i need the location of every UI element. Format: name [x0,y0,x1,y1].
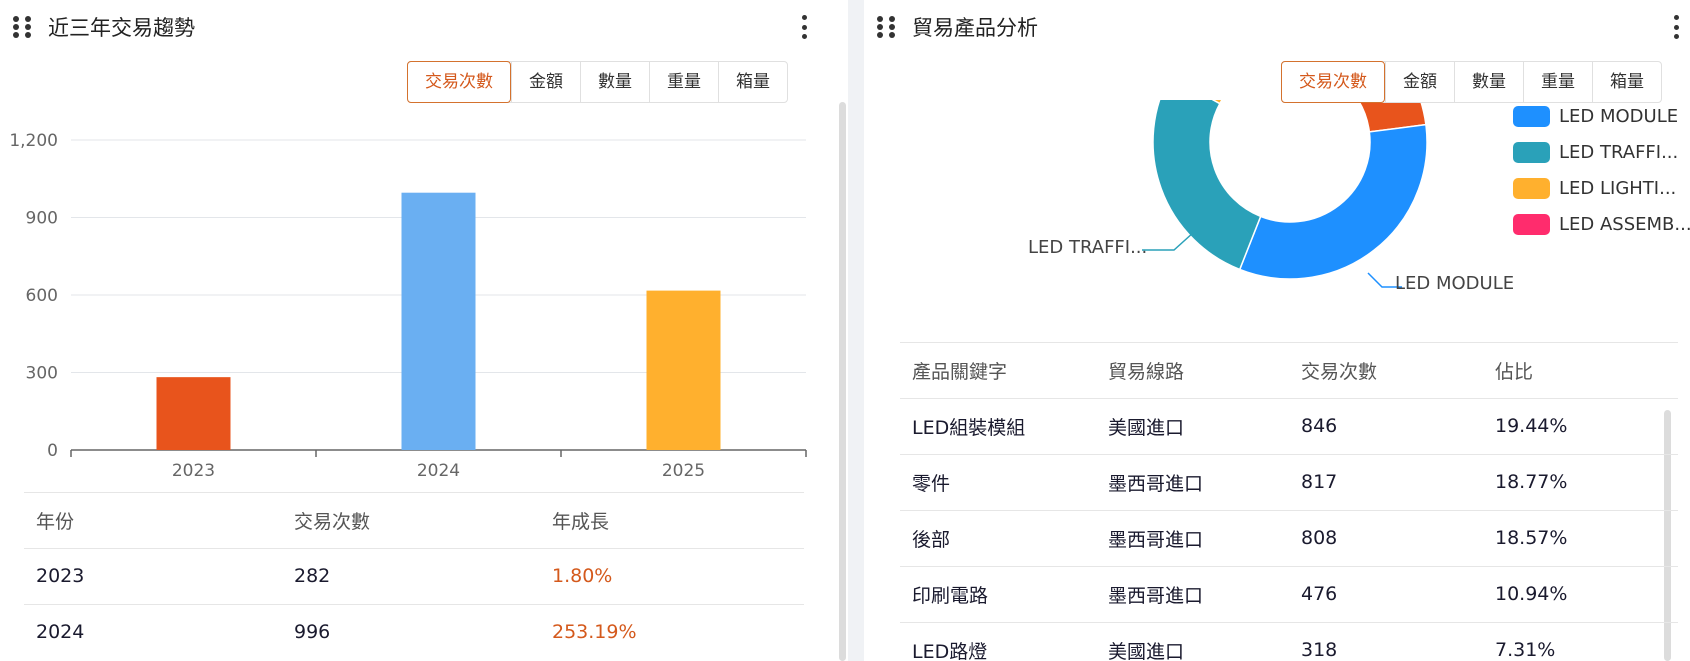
y-tick-label: 300 [26,364,58,384]
table-cell: 墨西哥進口 [1108,528,1204,551]
panel-title: 貿易產品分析 [912,16,1038,40]
table-cell: 後部 [912,528,951,551]
legend-item[interactable]: LED MODULE [1513,98,1690,134]
table-cell: 253.19% [552,621,637,644]
tab-4[interactable]: 箱量 [1592,62,1661,102]
y-tick-label: 600 [26,286,58,306]
x-tick-label: 2023 [172,461,215,481]
tab-3[interactable]: 重量 [649,62,718,102]
legend-swatch [1513,141,1550,163]
legend-item[interactable]: LED TRAFFI... [1513,134,1690,170]
table-row[interactable]: 2023 282 1.80% [24,548,804,604]
column-header: 貿易線路 [1108,360,1185,383]
table-cell: LED組裝模組 [912,416,1026,439]
table-cell: 10.94% [1495,583,1568,605]
legend-label: LED ASSEMB... [1559,213,1690,235]
table-header-row: 年份 交易次數 年成長 [24,493,804,548]
y-tick-label: 1,200 [9,131,58,151]
table-row[interactable]: LED組裝模組 美國進口 846 19.44% [900,398,1678,454]
table-cell: 18.77% [1495,471,1568,493]
product-table: 產品關鍵字 貿易線路 交易次數 佔比 LED組裝模組 美國進口 846 19.44% 零件 墨西哥… [900,343,1678,661]
table-row[interactable]: 印刷電路 墨西哥進口 476 10.94% [900,566,1678,622]
table-cell: 零件 [912,472,951,495]
chart-legend: LED MODULE LED TRAFFI... LED LIGHTI... LED … [1513,98,1690,242]
tab-4[interactable]: 箱量 [718,62,787,102]
table-cell: 846 [1301,415,1338,437]
tab-1[interactable]: 金額 [511,62,580,102]
y-tick-label: 900 [26,209,58,229]
legend-item[interactable]: LED ASSEMB... [1513,206,1690,242]
table-cell: 996 [294,621,331,644]
leader-line [1142,231,1195,251]
column-header: 年份 [36,510,75,533]
panel-title: 近三年交易趨勢 [48,16,195,40]
donut-label: LED MODULE [1395,273,1515,294]
legend-swatch [1513,177,1550,199]
tab-0[interactable]: 交易次數 [1281,61,1385,103]
more-options-icon[interactable] [798,13,810,41]
legend-swatch [1513,105,1550,127]
table-cell: 2024 [36,621,85,644]
slice-1[interactable] [1238,123,1428,280]
table-cell: 19.44% [1495,415,1568,437]
table-cell: 印刷電路 [912,584,989,607]
table-cell: 318 [1301,639,1338,661]
table-cell: LED路燈 [912,640,988,661]
table-cell: 808 [1301,527,1338,549]
column-header: 佔比 [1495,360,1534,383]
drag-handle-icon[interactable] [877,16,895,38]
tab-3[interactable]: 重量 [1523,62,1592,102]
table-cell: 18.57% [1495,527,1568,549]
legend-label: LED TRAFFI... [1559,141,1679,163]
metric-tabs: 交易次數 金額 數量 重量 箱量 [1281,61,1662,103]
trade-trend-panel: 近三年交易趨勢 交易次數 金額 數量 重量 箱量 0 300 600 900 1,200 2023… [0,0,848,661]
table-cell: 墨西哥進口 [1108,584,1204,607]
table-row[interactable]: LED路燈 美國進口 318 7.31% [900,622,1678,661]
column-header: 交易次數 [1301,360,1378,383]
legend-label: LED LIGHTI... [1559,177,1677,199]
panel-header: 貿易產品分析 [864,0,1690,54]
table-row[interactable]: 後部 墨西哥進口 808 18.57% [900,510,1678,566]
slice-2[interactable] [1152,100,1262,271]
legend-item[interactable]: LED LIGHTI... [1513,170,1690,206]
drag-handle-icon[interactable] [13,16,31,38]
column-header: 年成長 [552,510,610,533]
x-tick-label: 2024 [417,461,460,481]
tab-2[interactable]: 數量 [1454,62,1523,102]
column-header: 交易次數 [294,510,371,533]
metric-tabs: 交易次數 金額 數量 重量 箱量 [407,61,788,103]
table-header-row: 產品關鍵字 貿易線路 交易次數 佔比 [900,343,1678,398]
table-cell: 美國進口 [1108,416,1185,439]
legend-swatch [1513,213,1550,235]
legend-label: LED MODULE [1559,105,1679,127]
table-row[interactable]: 2024 996 253.19% [24,604,804,660]
year-table: 年份 交易次數 年成長 2023 282 1.80% 2024 996 253.19% [24,493,804,660]
table-row[interactable]: 零件 墨西哥進口 817 18.77% [900,454,1678,510]
bar-2024[interactable] [401,192,476,450]
panel-header: 近三年交易趨勢 [0,0,848,54]
x-tick-label: 2025 [662,461,705,481]
y-tick-label: 0 [47,441,58,461]
bar-chart: 0 300 600 900 1,200 2023 2024 2025 [9,131,807,481]
table-cell: 817 [1301,471,1338,493]
table-cell: 美國進口 [1108,640,1185,661]
column-header: 產品關鍵字 [912,360,1008,383]
tab-1[interactable]: 金額 [1385,62,1454,102]
bar-2023[interactable] [156,377,231,450]
more-options-icon[interactable] [1670,13,1682,41]
tab-2[interactable]: 數量 [580,62,649,102]
table-cell: 476 [1301,583,1338,605]
tab-0[interactable]: 交易次數 [407,61,511,103]
table-cell: 282 [294,565,331,587]
table-cell: 1.80% [552,565,613,587]
table-cell: 2023 [36,565,85,587]
bar-2025[interactable] [646,290,721,450]
donut-label: LED TRAFFI... [1028,237,1148,258]
table-cell: 7.31% [1495,639,1556,661]
table-cell: 墨西哥進口 [1108,472,1204,495]
